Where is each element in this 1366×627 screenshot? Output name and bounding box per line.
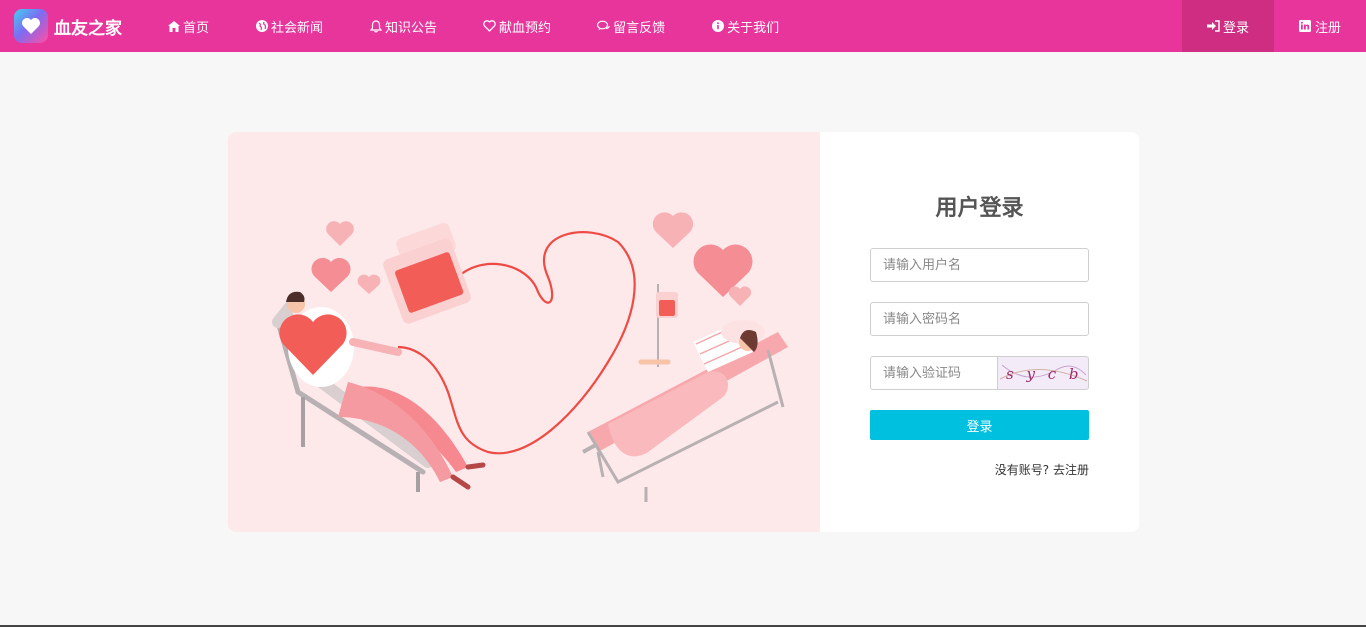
login-card: 用户登录 s y c b 登录 没有账号? 去注册: [228, 132, 1139, 532]
nav-item-home[interactable]: 首页: [144, 0, 232, 52]
nav-item-label: 首页: [183, 20, 210, 36]
nav-item-label: 知识公告: [385, 20, 438, 36]
blood-bag-icon: [383, 223, 471, 324]
login-title: 用户登录: [935, 196, 1024, 221]
brand[interactable]: 血友之家: [0, 0, 122, 52]
blood-donation-illustration: [228, 132, 820, 532]
heart-decoration-icon: [311, 212, 753, 306]
nav-item-label: 关于我们: [727, 20, 780, 36]
captcha-image[interactable]: s y c b: [998, 356, 1089, 390]
sign-in-icon: [1206, 20, 1220, 33]
nav-item-feedback[interactable]: 留言反馈: [574, 0, 688, 52]
username-input[interactable]: [870, 248, 1089, 282]
nav-item-appointment[interactable]: 献血预约: [460, 0, 574, 52]
captcha-group: s y c b: [870, 356, 1089, 390]
register-prompt: 没有账号? 去注册: [995, 461, 1089, 478]
heart-outline-icon: [483, 20, 496, 33]
nav-links: 首页 社会新闻 知识公告 献血预约 留言反馈 关于我们: [144, 0, 802, 52]
home-icon: [167, 20, 180, 33]
donor-man-figure: [272, 291, 486, 492]
info-icon: [711, 20, 724, 33]
nav-item-label: 留言反馈: [613, 20, 666, 36]
brand-name: 血友之家: [54, 18, 122, 39]
nav-register[interactable]: 注册: [1274, 0, 1366, 52]
captcha-input[interactable]: [870, 356, 998, 390]
nav-login[interactable]: 登录: [1182, 0, 1274, 52]
patient-woman-figure: [582, 320, 788, 502]
login-submit-button[interactable]: 登录: [870, 410, 1089, 440]
nav-item-label: 社会新闻: [271, 20, 324, 36]
nav-item-notices[interactable]: 知识公告: [346, 0, 460, 52]
heart-logo-icon: [14, 9, 48, 43]
nav-auth: 登录 注册: [1182, 0, 1366, 52]
nav-item-label: 献血预约: [499, 20, 552, 36]
login-panel: 用户登录 s y c b 登录 没有账号? 去注册: [820, 132, 1139, 532]
comments-icon: [597, 20, 610, 33]
register-icon: [1299, 20, 1312, 33]
nav-register-label: 注册: [1314, 20, 1341, 36]
captcha-text: s y c b: [1006, 365, 1082, 383]
nav-login-label: 登录: [1222, 20, 1249, 36]
password-input[interactable]: [870, 302, 1089, 336]
nav-item-about[interactable]: 关于我们: [688, 0, 802, 52]
nav-item-news[interactable]: 社会新闻: [232, 0, 346, 52]
no-account-text: 没有账号?: [994, 463, 1050, 477]
top-navbar: 血友之家 首页 社会新闻 知识公告 献血预约 留言反馈 关于我们 登录 注册: [0, 0, 1366, 52]
globe-icon: [255, 20, 268, 33]
register-link[interactable]: 去注册: [1053, 463, 1089, 477]
bell-icon: [369, 19, 382, 33]
